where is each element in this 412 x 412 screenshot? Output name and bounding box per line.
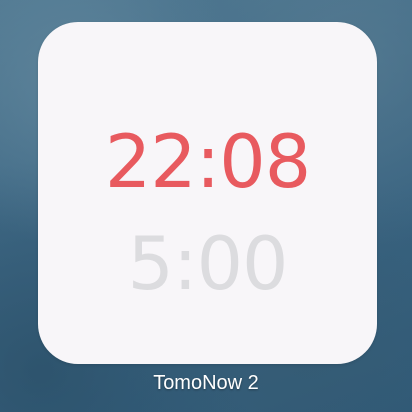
- app-name-label: TomoNow 2: [153, 372, 259, 394]
- app-icon-widget[interactable]: 22:08 5:00: [38, 22, 377, 364]
- timer-duration: 5:00: [127, 222, 289, 307]
- current-time: 22:08: [104, 120, 311, 205]
